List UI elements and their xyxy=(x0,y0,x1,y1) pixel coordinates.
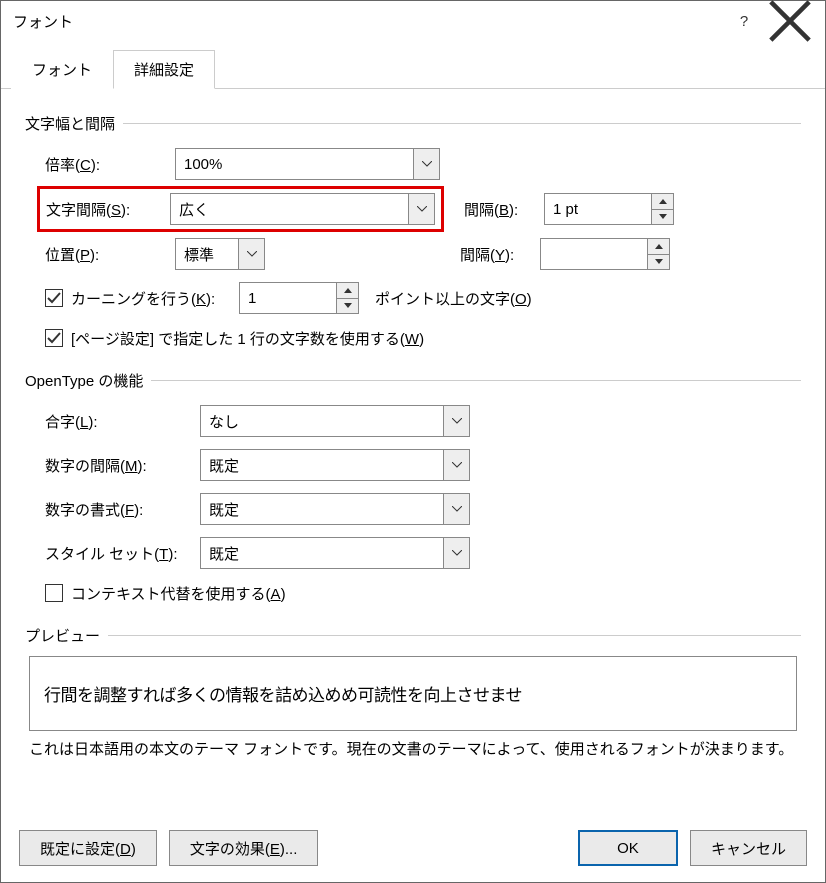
combo-num-spacing[interactable]: 既定 xyxy=(200,449,470,481)
spin-down-icon[interactable] xyxy=(648,255,669,270)
spin-up-icon[interactable] xyxy=(337,283,358,299)
ok-button[interactable]: OK xyxy=(578,830,678,866)
label-scale: 倍率(C): xyxy=(45,154,175,175)
chevron-down-icon xyxy=(408,194,434,224)
dialog-body: 文字幅と間隔 倍率(C): 100% 文字間隔(S): 広く 間隔(B): xyxy=(1,89,825,818)
label-context-alt: コンテキスト代替を使用する(A) xyxy=(71,583,286,604)
label-position-by: 間隔(Y): xyxy=(460,244,540,265)
label-style-set: スタイル セット(T): xyxy=(45,543,200,564)
spin-kerning[interactable]: 1 xyxy=(239,282,359,314)
label-ligature: 合字(L): xyxy=(45,411,200,432)
group-preview: プレビュー 行間を調整すれば多くの情報を詰め込めめ可読性を向上させませ これは日… xyxy=(25,625,801,762)
dialog-title: フォント xyxy=(13,11,721,32)
spin-up-icon[interactable] xyxy=(652,194,673,210)
combo-scale[interactable]: 100% xyxy=(175,148,440,180)
combo-style-set[interactable]: 既定 xyxy=(200,537,470,569)
combo-position[interactable]: 標準 xyxy=(175,238,265,270)
checkbox-kerning[interactable] xyxy=(45,289,63,307)
cancel-button[interactable]: キャンセル xyxy=(690,830,807,866)
label-num-form: 数字の書式(F): xyxy=(45,499,200,520)
label-char-spacing: 文字間隔(S): xyxy=(46,199,170,220)
chevron-down-icon xyxy=(238,239,264,269)
group-char-spacing: 文字幅と間隔 倍率(C): 100% 文字間隔(S): 広く 間隔(B): xyxy=(25,113,801,360)
tab-strip: フォント 詳細設定 xyxy=(1,41,825,89)
highlight-char-spacing: 文字間隔(S): 広く xyxy=(37,186,444,232)
combo-ligature[interactable]: なし xyxy=(200,405,470,437)
group-opentype: OpenType の機能 合字(L): なし 数字の間隔(M): 既定 数字の書… xyxy=(25,370,801,615)
label-num-spacing: 数字の間隔(M): xyxy=(45,455,200,476)
checkbox-page-grid[interactable] xyxy=(45,329,63,347)
preview-description: これは日本語用の本文のテーマ フォントです。現在の文書のテーマによって、使用され… xyxy=(29,739,797,762)
legend-char-spacing: 文字幅と間隔 xyxy=(25,113,123,134)
titlebar: フォント ? xyxy=(1,1,825,41)
legend-preview: プレビュー xyxy=(25,625,108,646)
help-button[interactable]: ? xyxy=(721,5,767,37)
dialog-footer: 既定に設定(D) 文字の効果(E)... OK キャンセル xyxy=(1,818,825,882)
spin-position-by[interactable] xyxy=(540,238,670,270)
tab-advanced[interactable]: 詳細設定 xyxy=(113,50,215,89)
legend-opentype: OpenType の機能 xyxy=(25,370,151,391)
spin-up-icon[interactable] xyxy=(648,239,669,255)
label-page-grid: [ページ設定] で指定した 1 行の文字数を使用する(W) xyxy=(71,328,424,349)
label-spacing-by: 間隔(B): xyxy=(464,199,544,220)
combo-char-spacing[interactable]: 広く xyxy=(170,193,435,225)
label-position: 位置(P): xyxy=(45,244,175,265)
set-default-button[interactable]: 既定に設定(D) xyxy=(19,830,157,866)
combo-num-form[interactable]: 既定 xyxy=(200,493,470,525)
preview-box: 行間を調整すれば多くの情報を詰め込めめ可読性を向上させませ xyxy=(29,656,797,731)
chevron-down-icon xyxy=(443,406,469,436)
chevron-down-icon xyxy=(443,494,469,524)
label-kerning: カーニングを行う(K): xyxy=(71,288,239,309)
close-button[interactable] xyxy=(767,5,813,37)
chevron-down-icon xyxy=(443,538,469,568)
checkbox-context-alt[interactable] xyxy=(45,584,63,602)
tab-font[interactable]: フォント xyxy=(11,50,113,89)
text-effects-button[interactable]: 文字の効果(E)... xyxy=(169,830,319,866)
chevron-down-icon xyxy=(443,450,469,480)
spin-down-icon[interactable] xyxy=(337,299,358,314)
chevron-down-icon xyxy=(413,149,439,179)
spin-spacing-by[interactable]: 1 pt xyxy=(544,193,674,225)
label-kerning-after: ポイント以上の文字(O) xyxy=(375,288,532,309)
spin-down-icon[interactable] xyxy=(652,210,673,225)
preview-text: 行間を調整すれば多くの情報を詰め込めめ可読性を向上させませ xyxy=(44,681,522,706)
